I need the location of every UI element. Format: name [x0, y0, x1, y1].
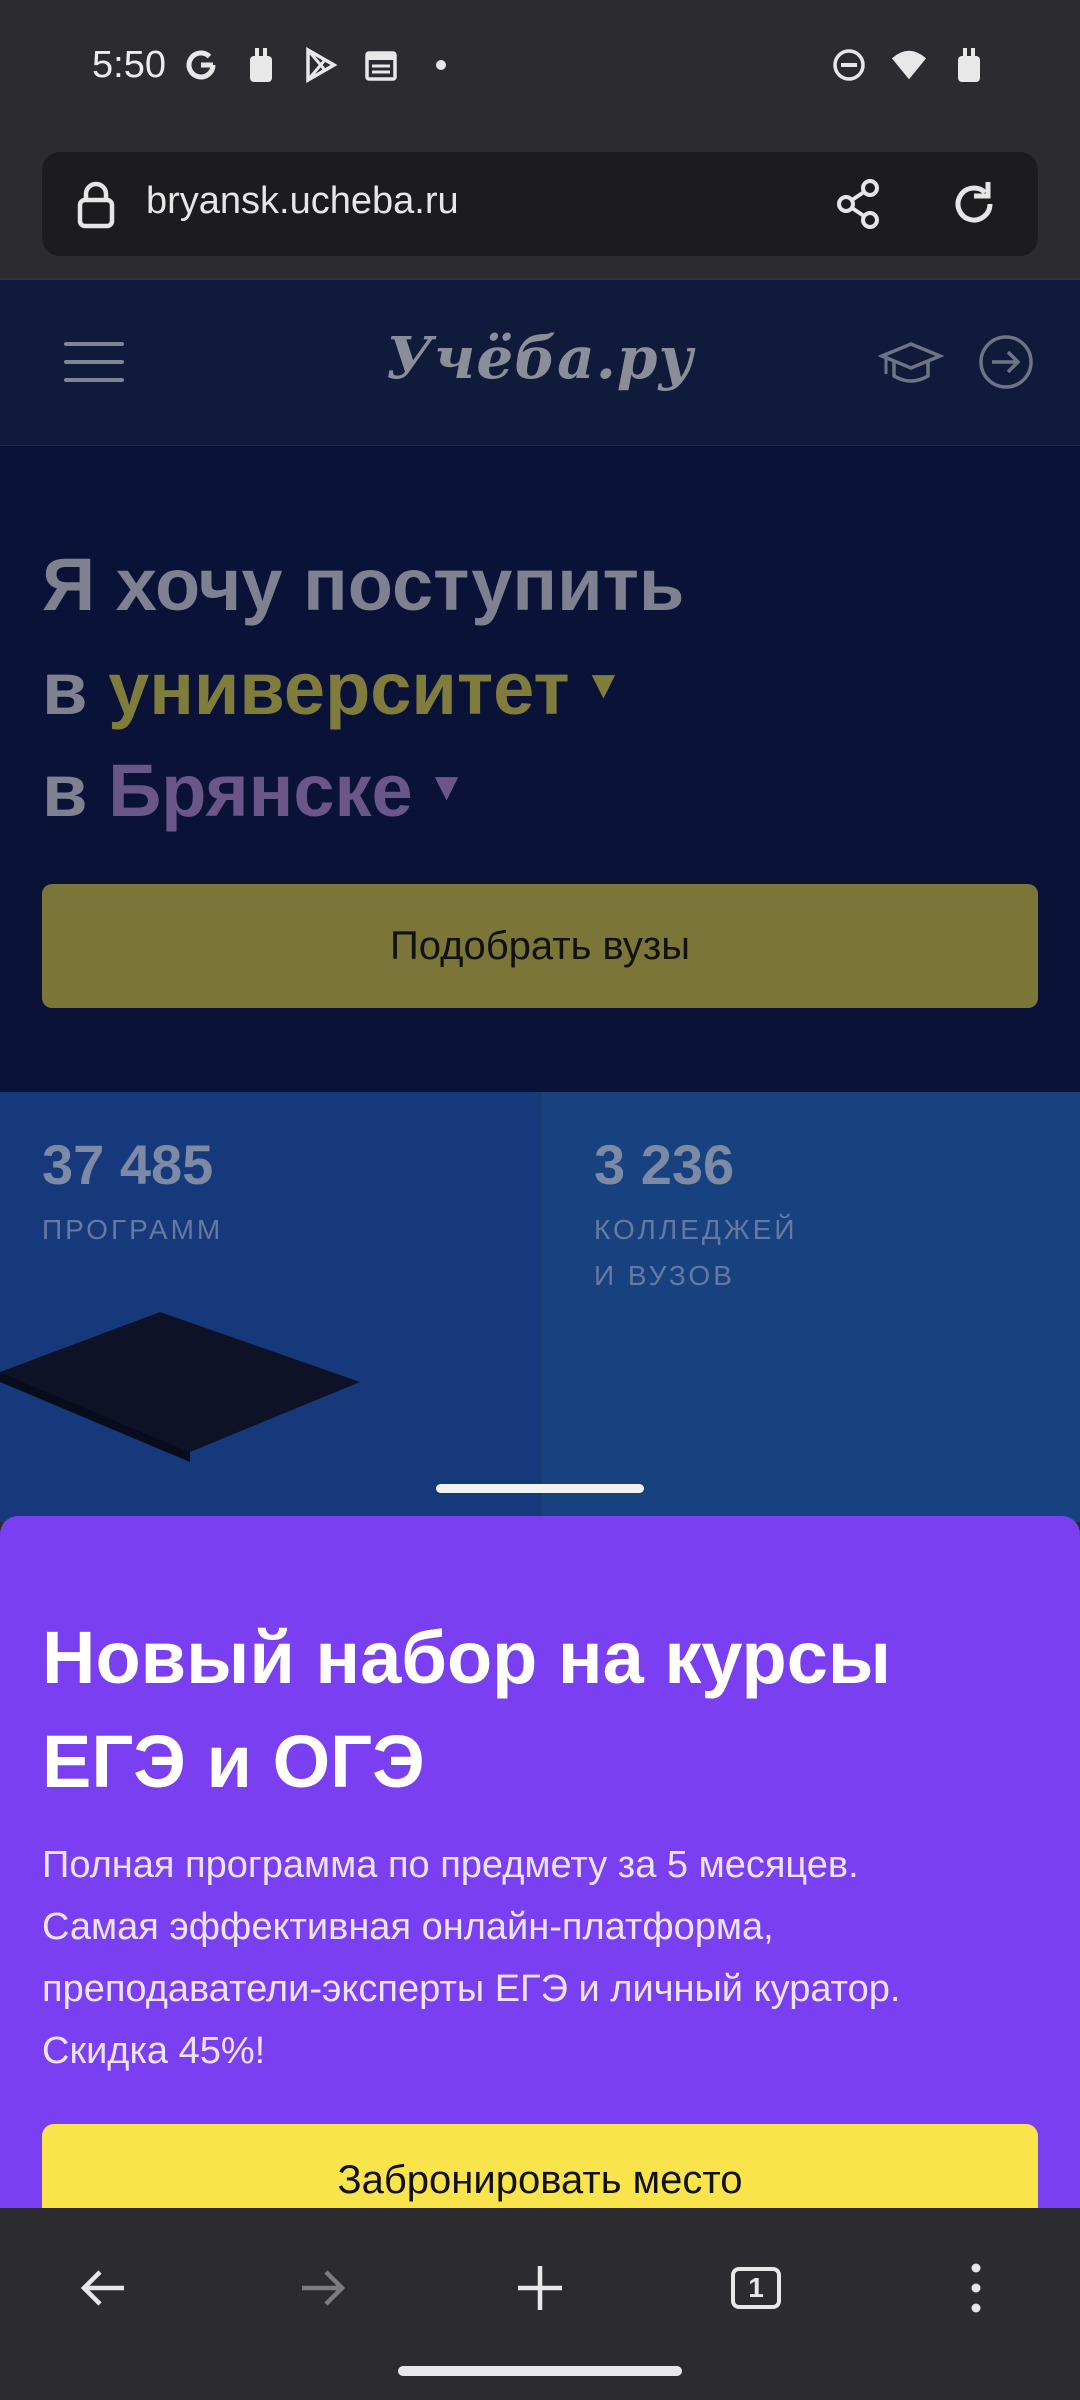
stat-institutions-label-2: И ВУЗОВ: [594, 1260, 735, 1291]
usb-debug-icon: [242, 46, 280, 84]
new-tab-icon[interactable]: [500, 2248, 580, 2328]
stat-programs-value: 37 485: [42, 1133, 214, 1196]
promo-desc-line-3: преподаватели-эксперты ЕГЭ и личный кура…: [42, 1968, 901, 2010]
dropdown-arrow-icon[interactable]: ▼: [427, 765, 467, 809]
promo-desc-line-1: Полная программа по предмету за 5 месяце…: [42, 1844, 859, 1886]
status-icons-left: [182, 46, 460, 84]
browser-toolbar: bryansk.ucheba.ru: [0, 140, 1080, 278]
status-bar: 5:50: [0, 0, 1080, 140]
promo-description: Полная программа по предмету за 5 месяце…: [42, 1834, 1052, 2082]
institution-type-select[interactable]: университет ▼: [108, 647, 623, 730]
forward-icon[interactable]: [282, 2248, 362, 2328]
status-icons-right: [830, 46, 988, 84]
hero-line-3: в Брянске ▼: [42, 748, 466, 833]
stat-institutions-value: 3 236: [594, 1133, 735, 1196]
city-value[interactable]: Брянске: [108, 749, 413, 832]
gesture-bar[interactable]: [398, 2366, 682, 2376]
browser-bottom-nav: 1: [0, 2208, 1080, 2400]
tabs-count[interactable]: 1: [731, 2267, 781, 2309]
reload-icon[interactable]: [944, 174, 1004, 234]
wifi-icon: [890, 46, 928, 84]
hero-line-2: в университет ▼: [42, 646, 623, 731]
book-seat-button[interactable]: Забронировать место: [42, 2124, 1038, 2208]
login-icon[interactable]: [976, 332, 1036, 392]
stat-institutions-label-1: КОЛЛЕДЖЕЙ: [594, 1214, 798, 1245]
promo-desc-line-2: Самая эффективная онлайн-платформа,: [42, 1906, 774, 1948]
promo-title-line-1: Новый набор на курсы: [42, 1616, 892, 1699]
hero-prefix: в: [42, 749, 88, 832]
graduation-cap-icon[interactable]: [877, 332, 945, 398]
google-icon: [182, 46, 220, 84]
find-universities-button[interactable]: Подобрать вузы: [42, 884, 1038, 1008]
hero-prefix: в: [42, 647, 88, 730]
battery-icon: [950, 46, 988, 84]
promo-title: Новый набор на курсы ЕГЭ и ОГЭ: [42, 1606, 1042, 1814]
address-bar[interactable]: bryansk.ucheba.ru: [42, 152, 1038, 256]
lock-icon[interactable]: [68, 176, 124, 232]
promo-desc-line-4: Скидка 45%!: [42, 2030, 266, 2072]
promo-sheet: Новый набор на курсы ЕГЭ и ОГЭ Полная пр…: [0, 1516, 1080, 2208]
calendar-icon: [362, 46, 400, 84]
status-time: 5:50: [92, 44, 166, 86]
sheet-drag-handle[interactable]: [436, 1484, 644, 1493]
hero-section: Я хочу поступить в университет ▼ в Брянск…: [0, 446, 1080, 1092]
stats-section: 37 485 ПРОГРАММ 3 236 КОЛЛЕДЖЕЙ И ВУЗОВ: [0, 1092, 1080, 1522]
city-select[interactable]: Брянске ▼: [108, 749, 466, 832]
stat-programs-label: ПРОГРАММ: [42, 1214, 224, 1245]
more-menu-icon[interactable]: [936, 2248, 1016, 2328]
share-icon[interactable]: [828, 174, 888, 234]
dnd-icon: [830, 46, 868, 84]
url-text[interactable]: bryansk.ucheba.ru: [146, 180, 459, 223]
dot-icon: [422, 46, 460, 84]
play-store-icon: [302, 46, 340, 84]
graduation-cap-image: [0, 1312, 360, 1462]
dropdown-arrow-icon[interactable]: ▼: [584, 663, 624, 707]
hero-line-1: Я хочу поступить: [42, 543, 685, 626]
tabs-button[interactable]: 1: [716, 2248, 796, 2328]
promo-title-line-2: ЕГЭ и ОГЭ: [42, 1720, 425, 1803]
back-icon[interactable]: [64, 2248, 144, 2328]
site-header: Учёба.ру: [0, 278, 1080, 446]
institution-type-value[interactable]: университет: [108, 647, 570, 730]
